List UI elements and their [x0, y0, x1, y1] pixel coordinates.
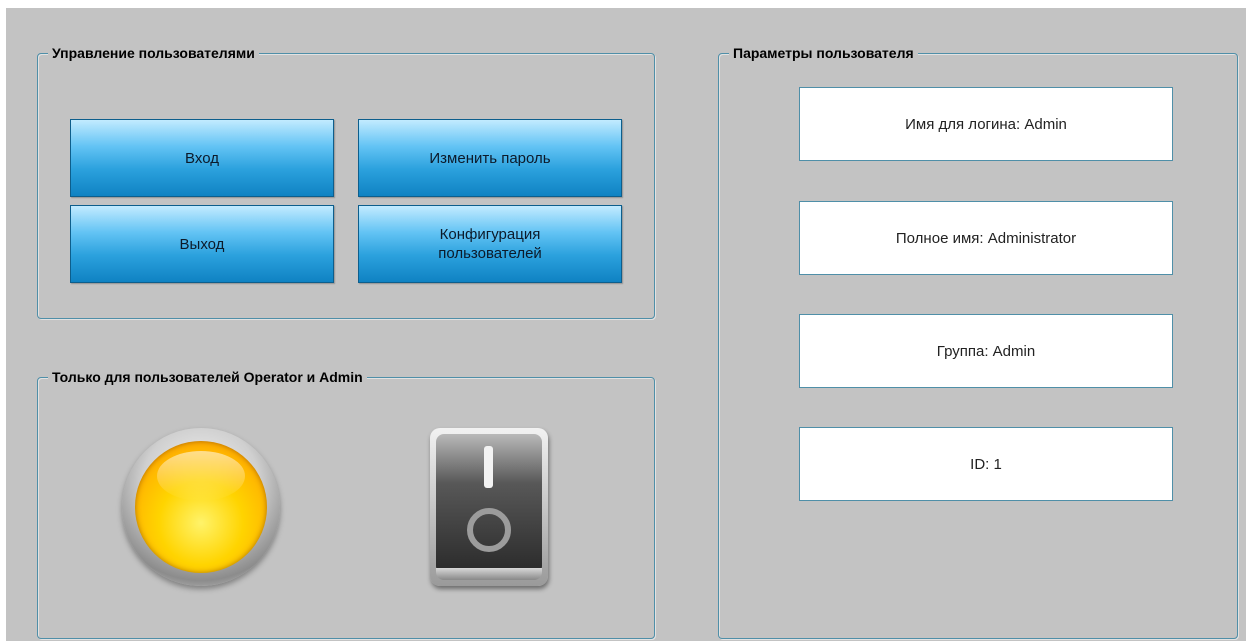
- rocker-switch[interactable]: [430, 428, 548, 586]
- full-name-value: Полное имя: Administrator: [895, 229, 1077, 247]
- user-config-button[interactable]: Конфигурация пользователей: [358, 205, 622, 283]
- restricted-title: Только для пользователей Operator и Admi…: [48, 368, 367, 386]
- group-field: Группа: Admin: [799, 314, 1173, 388]
- id-field: ID: 1: [799, 427, 1173, 501]
- user-management-title: Управление пользователями: [48, 44, 259, 62]
- full-name-field: Полное имя: Administrator: [799, 201, 1173, 275]
- group-value: Группа: Admin: [936, 342, 1036, 360]
- id-value: ID: 1: [970, 455, 1002, 473]
- user-params-group: Параметры пользователя Имя для логина: A…: [718, 44, 1238, 639]
- login-button[interactable]: Вход: [70, 119, 334, 197]
- restricted-group: Только для пользователей Operator и Admi…: [37, 368, 655, 639]
- indicator-lamp-light: [135, 441, 267, 573]
- switch-on-symbol-icon: [484, 446, 493, 488]
- lamp-highlight: [157, 451, 245, 501]
- user-config-button-label: Конфигурация пользователей: [438, 226, 542, 262]
- change-password-button-label: Изменить пароль: [429, 149, 551, 167]
- login-name-value: Имя для логина: Admin: [905, 115, 1067, 133]
- rocker-switch-base: [436, 568, 542, 580]
- user-params-title: Параметры пользователя: [729, 44, 918, 62]
- login-button-label: Вход: [185, 149, 219, 167]
- hmi-screen: Управление пользователями Вход Изменить …: [6, 8, 1246, 641]
- indicator-lamp: [122, 428, 280, 586]
- logout-button-label: Выход: [179, 235, 225, 253]
- change-password-button[interactable]: Изменить пароль: [358, 119, 622, 197]
- user-management-group: Управление пользователями Вход Изменить …: [37, 44, 655, 319]
- logout-button[interactable]: Выход: [70, 205, 334, 283]
- switch-off-symbol-icon: [467, 508, 511, 552]
- rocker-switch-body: [436, 434, 542, 574]
- login-name-field: Имя для логина: Admin: [799, 87, 1173, 161]
